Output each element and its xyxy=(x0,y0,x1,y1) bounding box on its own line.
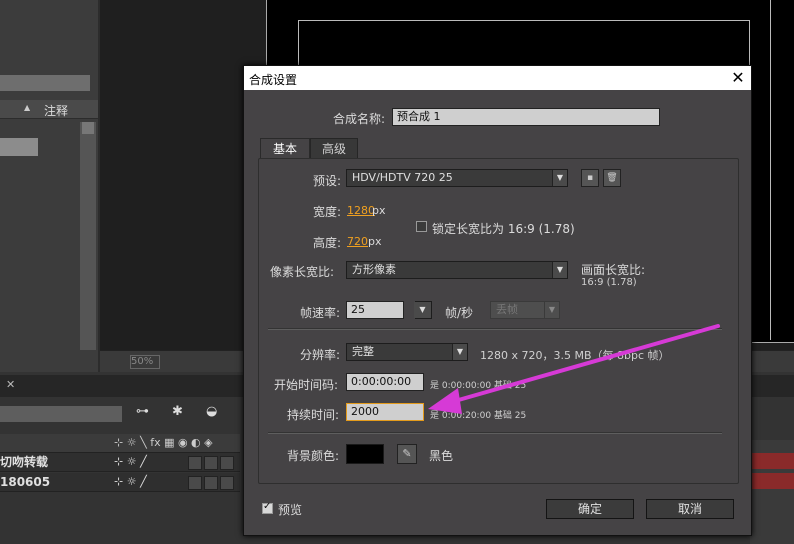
arrow-shaft xyxy=(446,324,720,405)
annotation-arrow xyxy=(428,324,720,414)
arrow-head-icon xyxy=(428,388,462,414)
